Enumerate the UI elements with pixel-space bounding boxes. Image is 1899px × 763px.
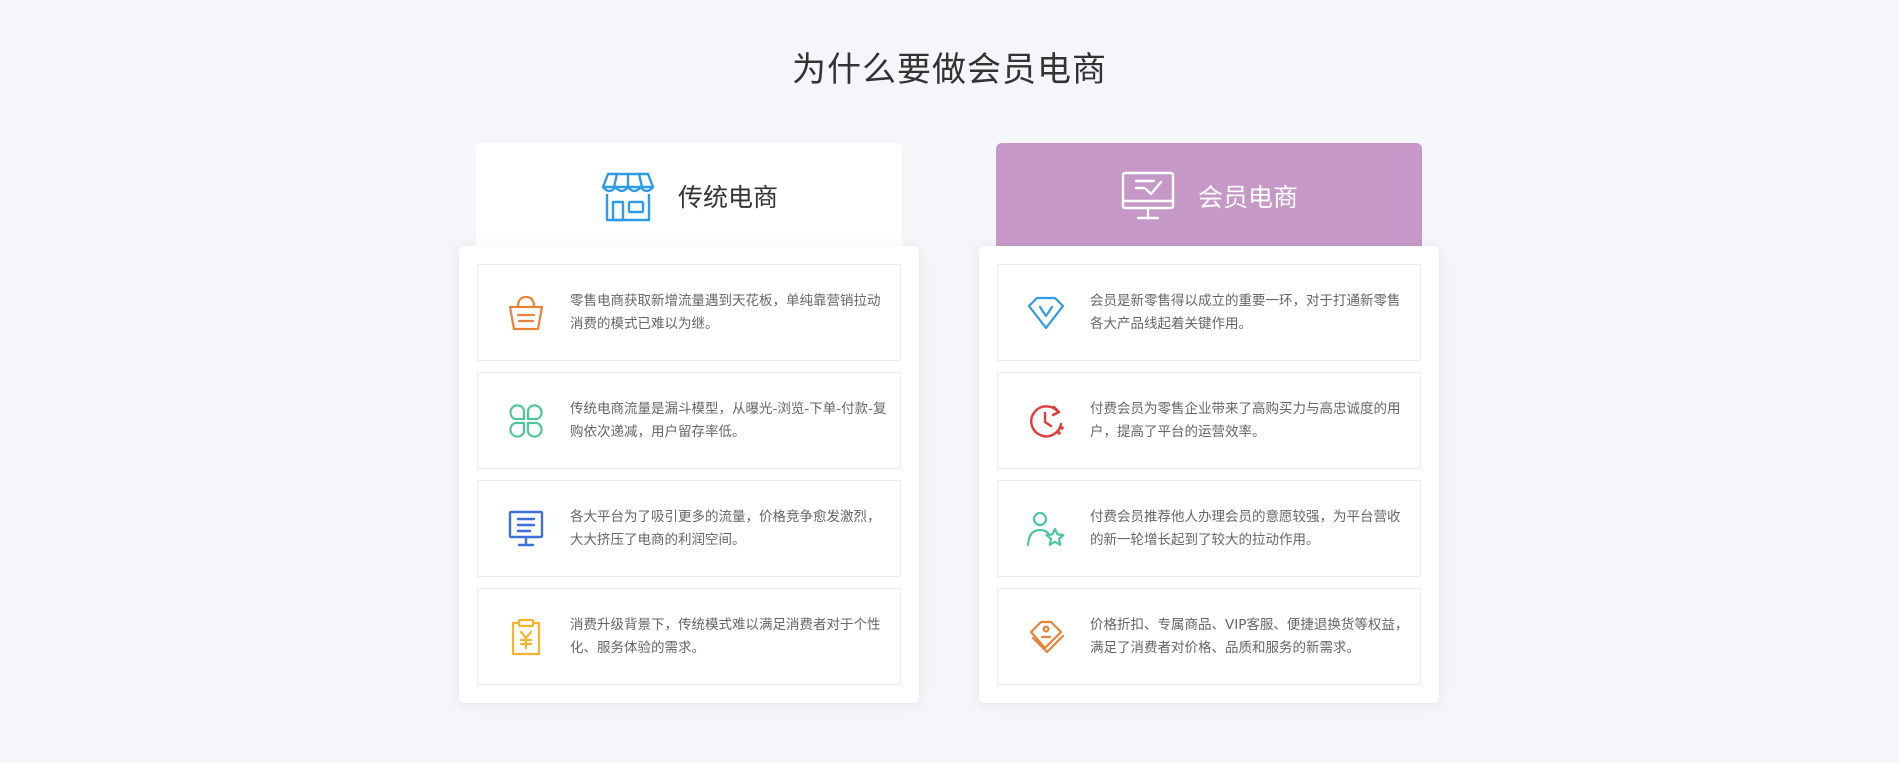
- membership-ecommerce-header: 会员电商: [996, 143, 1422, 249]
- item-description: 付费会员为零售企业带来了高购买力与高忠诚度的用户，提高了平台的运营效率。: [1090, 400, 1401, 440]
- item-description: 消费升级背景下，传统模式难以满足消费者对于个性化、服务体验的需求。: [570, 616, 881, 656]
- membership-ecommerce-list: 会员是新零售得以成立的重要一环，对于打通新零售各大产品线起着关键作用。 付费会员…: [979, 246, 1439, 703]
- clock-refresh-icon: [1024, 399, 1068, 443]
- traditional-ecommerce-list: 零售电商获取新增流量遇到天花板，单纯靠营销拉动消费的模式已难以为继。 传统电商流…: [459, 246, 919, 703]
- item-description: 各大平台为了吸引更多的流量，价格竞争愈发激烈，大大挤压了电商的利润空间。: [570, 508, 881, 548]
- list-item: 价格折扣、专属商品、VIP客服、便捷退换货等权益，满足了消费者对价格、品质和服务…: [997, 588, 1421, 685]
- traditional-ecommerce-title: 传统电商: [677, 183, 778, 212]
- shopping-basket-icon: [504, 291, 548, 335]
- page-title: 为什么要做会员电商: [792, 50, 1107, 90]
- list-item: 付费会员推荐他人办理会员的意愿较强，为平台营收的新一轮增长起到了较大的拉动作用。: [997, 480, 1421, 577]
- membership-ecommerce-title: 会员电商: [1197, 183, 1298, 212]
- item-description: 零售电商获取新增流量遇到天花板，单纯靠营销拉动消费的模式已难以为继。: [570, 292, 881, 332]
- list-item: 传统电商流量是漏斗模型，从曝光-浏览-下单-付款-复购依次递减，用户留存率低。: [477, 372, 901, 469]
- clover-icon: [504, 399, 548, 443]
- list-item: 会员是新零售得以成立的重要一环，对于打通新零售各大产品线起着关键作用。: [997, 264, 1421, 361]
- storefront-icon: [600, 168, 656, 224]
- diamond-icon: [1024, 291, 1068, 335]
- yuan-clipboard-icon: [504, 615, 548, 659]
- list-item: 零售电商获取新增流量遇到天花板，单纯靠营销拉动消费的模式已难以为继。: [477, 264, 901, 361]
- list-item: 消费升级背景下，传统模式难以满足消费者对于个性化、服务体验的需求。: [477, 588, 901, 685]
- price-tag-icon: [1024, 615, 1068, 659]
- item-description: 会员是新零售得以成立的重要一环，对于打通新零售各大产品线起着关键作用。: [1090, 292, 1401, 332]
- item-description: 付费会员推荐他人办理会员的意愿较强，为平台营收的新一轮增长起到了较大的拉动作用。: [1090, 508, 1401, 548]
- monitor-check-icon: [1120, 168, 1176, 224]
- user-star-icon: [1024, 507, 1068, 551]
- list-item: 各大平台为了吸引更多的流量，价格竞争愈发激烈，大大挤压了电商的利润空间。: [477, 480, 901, 577]
- billboard-icon: [504, 507, 548, 551]
- item-description: 传统电商流量是漏斗模型，从曝光-浏览-下单-付款-复购依次递减，用户留存率低。: [570, 400, 887, 440]
- list-item: 付费会员为零售企业带来了高购买力与高忠诚度的用户，提高了平台的运营效率。: [997, 372, 1421, 469]
- traditional-ecommerce-header: 传统电商: [476, 143, 902, 249]
- item-description: 价格折扣、专属商品、VIP客服、便捷退换货等权益，满足了消费者对价格、品质和服务…: [1090, 616, 1409, 656]
